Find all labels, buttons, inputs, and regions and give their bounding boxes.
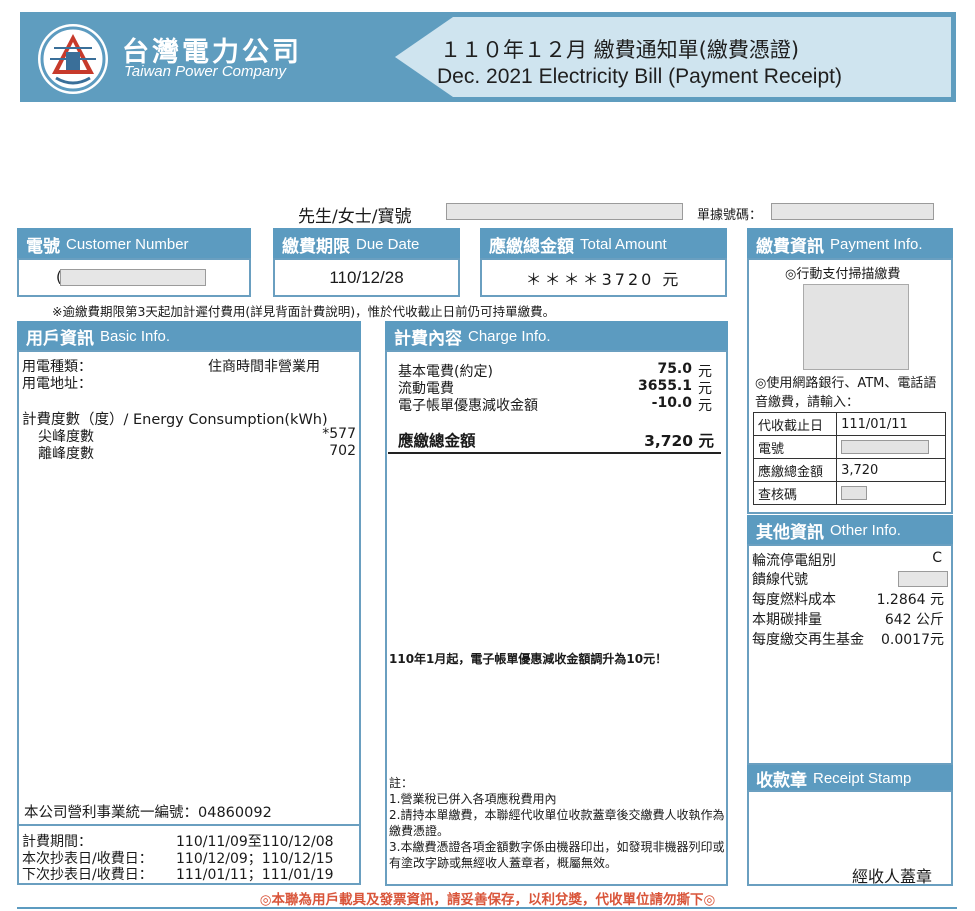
other-info-header: 其他資訊 Other Info. <box>747 515 953 546</box>
payment-code-table: 代收截止日 111/01/11 電號 應繳總金額 3,720 查核碼 <box>752 412 946 505</box>
table-row: 查核碼 <box>752 481 946 505</box>
charge-info-label-en: Charge Info. <box>468 328 551 345</box>
payment-info-label-cn: 繳費資訊 <box>756 236 824 257</box>
charge-info-header: 計費內容 Charge Info. <box>385 321 728 352</box>
basic-info-header: 用戶資訊 Basic Info. <box>17 321 361 352</box>
other-info-label: 輪流停電組別 <box>752 553 836 569</box>
charge-notes: 註： 1.營業稅已併入各項應稅費用內 2.請持本單繳費，本聯經代收單位收款蓋章後… <box>389 775 725 871</box>
e-bill-announcement: 110年1月起，電子帳單優惠減收金額調升為10元！ <box>389 652 668 666</box>
other-info-label-cn: 其他資訊 <box>756 523 824 543</box>
mobile-pay-text: ◎行動支付掃描繳費 <box>785 267 901 282</box>
offpeak-value: 702 <box>329 443 356 459</box>
other-info-value: 1.2864 元 <box>876 592 944 608</box>
collector-stamp-label: 經收人蓋章 <box>852 867 933 886</box>
receipt-stamp-header: 收款章 Receipt Stamp <box>747 765 953 792</box>
charge-item-value: 75.0 <box>657 361 692 377</box>
table-cell-value <box>836 481 946 505</box>
other-info-value: C <box>932 550 942 566</box>
other-info-value: 642 公斤 <box>884 612 944 628</box>
customer-name-redacted <box>446 203 683 220</box>
table-row: 應繳總金額 3,720 <box>752 458 946 482</box>
due-date-label-cn: 繳費期限 <box>282 236 350 257</box>
other-info-label: 每度燃料成本 <box>752 592 836 608</box>
total-amount-label-en: Total Amount <box>580 235 667 253</box>
note-item: 1.營業稅已併入各項應稅費用內 <box>389 792 557 806</box>
customer-number-label-en: Customer Number <box>66 235 189 253</box>
other-info-label: 饋線代號 <box>752 572 808 588</box>
company-name-en: Taiwan Power Company <box>124 63 287 80</box>
due-date-value: 110/12/28 <box>273 258 460 297</box>
charge-total-value: 3,720 元 <box>644 432 714 450</box>
basic-info-label-cn: 用戶資訊 <box>26 329 94 349</box>
charge-info-label-cn: 計費內容 <box>394 329 462 349</box>
redacted-value <box>841 486 868 500</box>
tax-id: 本公司營利事業統一編號：04860092 <box>24 805 272 821</box>
total-amount-header: 應繳總金額 Total Amount <box>480 228 727 260</box>
late-fee-notice: ※逾繳費期限第3天起加計遲付費用(詳見背面計費說明)，惟於代收截止日前仍可持單繳… <box>52 304 556 319</box>
customer-number-redacted <box>60 269 206 286</box>
footer-notice: ◎本聯為用戶載具及發票資訊，請妥善保存，以利兌獎，代收單位請勿撕下◎ <box>259 892 716 908</box>
footer-divider <box>17 907 957 909</box>
bill-title-en: Dec. 2021 Electricity Bill (Payment Rece… <box>437 65 842 88</box>
total-amount-value: ＊＊＊＊3720 元 <box>480 258 727 297</box>
table-cell-label: 代收截止日 <box>752 412 838 436</box>
basic-info-label-en: Basic Info. <box>100 328 171 345</box>
table-cell-value: 111/01/11 <box>836 412 946 436</box>
feeder-code-redacted <box>898 571 948 587</box>
table-cell-label: 查核碼 <box>752 481 838 505</box>
offpeak-label: 離峰度數 <box>38 446 94 462</box>
note-title: 註： <box>389 776 414 790</box>
due-date-label-en: Due Date <box>356 235 420 253</box>
charge-item-label: 電子帳單優惠減收金額 <box>398 398 538 414</box>
charge-total-label: 應繳總金額 <box>398 432 476 450</box>
charge-item-unit: 元 <box>698 398 712 414</box>
charge-total-divider <box>388 452 721 454</box>
receipt-number-label: 單據號碼： <box>697 208 763 223</box>
receipt-stamp-label-cn: 收款章 <box>756 771 807 791</box>
online-pay-text: ◎使用網路銀行、ATM、電話語音繳費，請輸入： <box>755 376 937 410</box>
note-item: 3.本繳費憑證各項金額數字係由機器印出，如發現非機器列印或有塗改字跡或無經收人蓋… <box>389 840 725 870</box>
table-cell-value <box>836 435 946 459</box>
receipt-number-redacted <box>771 203 934 220</box>
other-info-label: 每度繳交再生基金 <box>752 632 864 648</box>
customer-number-label-cn: 電號 <box>26 236 60 257</box>
usage-type-value: 住商時間非營業用 <box>208 359 320 375</box>
other-info-value: 0.0017元 <box>881 632 944 648</box>
other-info-label-en: Other Info. <box>830 522 901 539</box>
charge-item-value: -10.0 <box>651 395 692 411</box>
qr-code-redacted <box>803 284 909 370</box>
due-date-header: 繳費期限 Due Date <box>273 228 460 260</box>
other-info-label: 本期碳排量 <box>752 612 822 628</box>
total-amount-label-cn: 應繳總金額 <box>489 236 574 257</box>
bill-title-cn: １１０年１２月 繳費通知單(繳費憑證) <box>440 38 800 62</box>
note-item: 2.請持本單繳費，本聯經代收單位收款蓋章後交繳費人收執作為繳費憑證。 <box>389 808 725 838</box>
redacted-value <box>841 440 930 454</box>
receipt-stamp-label-en: Receipt Stamp <box>813 770 912 787</box>
customer-number-header: 電號 Customer Number <box>17 228 251 260</box>
next-read-label: 下次抄表日/收費日： <box>22 867 153 883</box>
table-row: 電號 <box>752 435 946 459</box>
salutation: 先生/女士/寶號 <box>298 207 412 227</box>
charge-item-value: 3655.1 <box>637 378 692 394</box>
taipower-logo <box>36 22 110 96</box>
next-read-value: 111/01/11；111/01/19 <box>176 867 334 883</box>
peak-value: *577 <box>322 426 356 442</box>
address-label: 用電地址： <box>22 376 92 392</box>
table-cell-label: 電號 <box>752 435 838 459</box>
table-cell-value: 3,720 <box>836 458 946 482</box>
payment-info-label-en: Payment Info. <box>830 235 923 253</box>
payment-info-header: 繳費資訊 Payment Info. <box>747 228 953 260</box>
table-cell-label: 應繳總金額 <box>752 458 838 482</box>
table-row: 代收截止日 111/01/11 <box>752 412 946 436</box>
